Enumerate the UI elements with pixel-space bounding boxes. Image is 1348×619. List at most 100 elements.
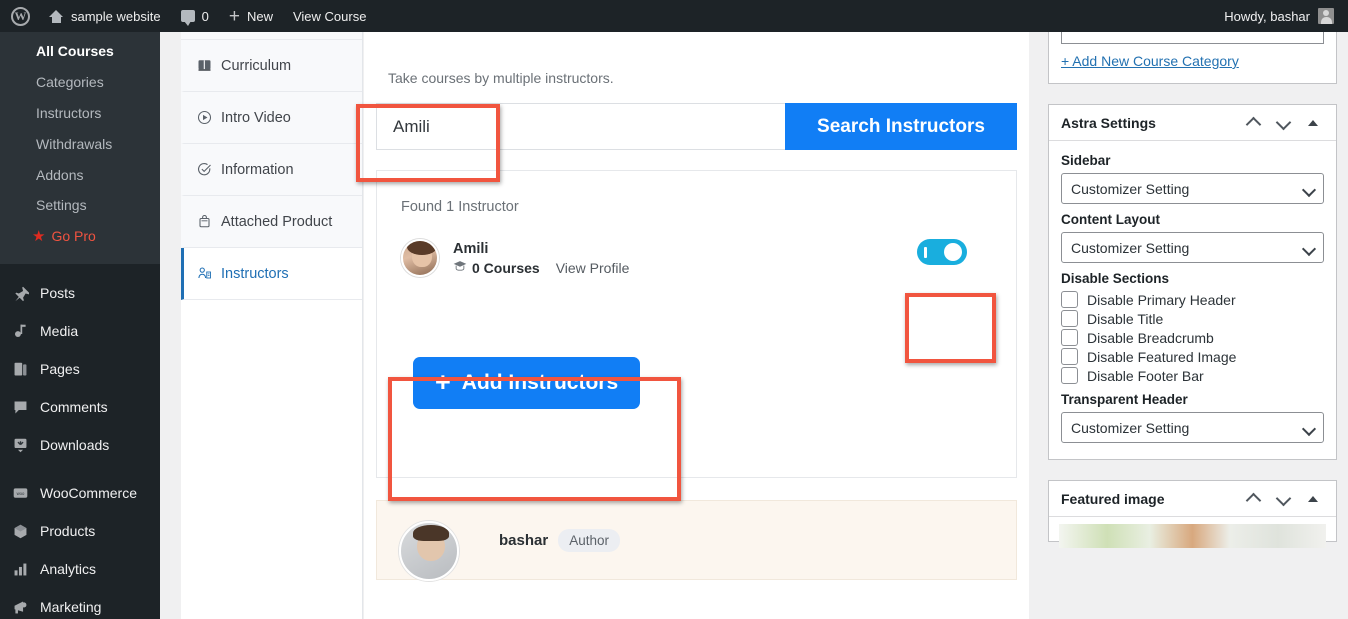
checkbox[interactable] xyxy=(1061,329,1078,346)
tab-label-intro-video: Intro Video xyxy=(221,109,291,126)
add-new-course-category-link[interactable]: + Add New Course Category xyxy=(1061,53,1239,69)
toggle-panel-button[interactable] xyxy=(1298,108,1328,138)
sidebar-label-downloads: Downloads xyxy=(40,437,110,454)
move-down-button[interactable] xyxy=(1268,108,1298,138)
new-content-button[interactable]: + New xyxy=(219,0,283,32)
sidebar-item-instructors[interactable]: Instructors xyxy=(0,98,160,129)
sidebar-item-products[interactable]: Products xyxy=(0,512,160,550)
sidebar-item-posts[interactable]: Posts xyxy=(0,274,160,312)
sidebar-item-downloads[interactable]: Downloads xyxy=(0,426,160,464)
move-up-button[interactable] xyxy=(1238,108,1268,138)
astra-settings-header: Astra Settings xyxy=(1049,105,1336,141)
wordpress-logo-button[interactable]: W xyxy=(0,0,39,32)
checkbox[interactable] xyxy=(1061,291,1078,308)
checkbox-row-disable-breadcrumb[interactable]: Disable Breadcrumb xyxy=(1061,329,1324,346)
chevron-up-icon xyxy=(1247,495,1260,503)
tab-information[interactable]: Information xyxy=(181,144,362,196)
sidebar-select[interactable]: Customizer Setting xyxy=(1061,173,1324,204)
checkbox-row-disable-featured-image[interactable]: Disable Featured Image xyxy=(1061,348,1324,365)
tab-label-attached-product: Attached Product xyxy=(221,213,333,230)
tutor-submenu: All Courses Categories Instructors Withd… xyxy=(0,32,160,265)
astra-settings-panel: Astra Settings Sidebar Customizer Settin… xyxy=(1048,104,1337,460)
checkbox[interactable] xyxy=(1061,310,1078,327)
view-profile-link[interactable]: View Profile xyxy=(556,260,630,276)
star-icon: ★ xyxy=(32,228,46,246)
menu-separator-2 xyxy=(0,464,160,474)
sidebar-item-comments[interactable]: Comments xyxy=(0,388,160,426)
admin-menu: All Courses Categories Instructors Withd… xyxy=(0,32,160,619)
astra-settings-body: Sidebar Customizer Setting Content Layou… xyxy=(1049,141,1336,459)
add-instructors-button[interactable]: + Add Instructors xyxy=(413,357,641,409)
comments-button[interactable]: 0 xyxy=(171,0,219,32)
plus-icon: + xyxy=(435,367,451,398)
menu-separator xyxy=(0,264,160,274)
tab-rail-top-spacer xyxy=(181,32,362,40)
wordpress-logo-icon: W xyxy=(11,6,30,26)
chevron-down-icon xyxy=(1304,185,1314,195)
move-up-button[interactable] xyxy=(1238,484,1268,514)
comment-icon xyxy=(10,397,30,417)
content-layout-select-value: Customizer Setting xyxy=(1071,239,1190,256)
content-layout-field-label: Content Layout xyxy=(1061,212,1160,227)
checkbox[interactable] xyxy=(1061,348,1078,365)
content-layout-select[interactable]: Customizer Setting xyxy=(1061,232,1324,263)
featured-image-body xyxy=(1049,517,1336,548)
sidebar-item-analytics[interactable]: Analytics xyxy=(0,550,160,588)
book-icon xyxy=(196,58,213,73)
sidebar-item-go-pro[interactable]: ★ Go Pro xyxy=(0,221,160,252)
status-badge: Author xyxy=(558,528,620,552)
instructor-enable-toggle[interactable] xyxy=(917,239,967,265)
sidebar-item-media[interactable]: Media xyxy=(0,312,160,350)
move-down-button[interactable] xyxy=(1268,484,1298,514)
sidebar-item-withdrawals[interactable]: Withdrawals xyxy=(0,129,160,160)
instructor-results-card: Found 1 Instructor Amili 0 Courses View … xyxy=(376,170,1017,478)
checkbox-row-disable-footer-bar[interactable]: Disable Footer Bar xyxy=(1061,367,1324,384)
tab-instructors[interactable]: Instructors xyxy=(181,248,362,300)
bar-chart-icon xyxy=(10,559,30,579)
admin-bar: W sample website 0 + New View Course How… xyxy=(0,0,1348,32)
checkbox-row-disable-title[interactable]: Disable Title xyxy=(1061,310,1324,327)
site-name-button[interactable]: sample website xyxy=(39,0,171,32)
check-circle-icon xyxy=(196,162,213,177)
sidebar-item-addons[interactable]: Addons xyxy=(0,160,160,191)
view-course-label: View Course xyxy=(292,8,367,24)
instructor-meta: Amili 0 Courses View Profile xyxy=(453,241,629,276)
tab-curriculum[interactable]: Curriculum xyxy=(181,40,362,92)
transparent-header-label: Transparent Header xyxy=(1061,392,1188,407)
category-input[interactable] xyxy=(1061,32,1324,44)
account-menu[interactable]: Howdy, bashar xyxy=(1224,8,1348,24)
featured-image-header: Featured image xyxy=(1049,481,1336,517)
sidebar-item-pages[interactable]: Pages xyxy=(0,350,160,388)
checkbox-label: Disable Footer Bar xyxy=(1087,367,1204,384)
disable-sections-label: Disable Sections xyxy=(1061,271,1170,286)
transparent-header-select[interactable]: Customizer Setting xyxy=(1061,412,1324,443)
checkbox-row-disable-primary-header[interactable]: Disable Primary Header xyxy=(1061,291,1324,308)
avatar xyxy=(399,521,459,581)
checkbox[interactable] xyxy=(1061,367,1078,384)
sidebar-item-all-courses[interactable]: All Courses xyxy=(0,36,160,67)
instructor-search-input[interactable] xyxy=(376,103,785,150)
go-pro-label: Go Pro xyxy=(51,228,96,245)
sidebar-item-marketing[interactable]: Marketing xyxy=(0,588,160,619)
toggle-panel-icon xyxy=(1308,119,1318,126)
sidebar-item-settings[interactable]: Settings xyxy=(0,190,160,221)
checkbox-label: Disable Breadcrumb xyxy=(1087,329,1214,346)
sidebar-item-woocommerce[interactable]: woo WooCommerce xyxy=(0,474,160,512)
instructor-courses-count: 0 Courses xyxy=(472,259,540,276)
sidebar-select-value: Customizer Setting xyxy=(1071,180,1190,197)
transparent-header-select-value: Customizer Setting xyxy=(1071,419,1190,436)
toggle-on-marker xyxy=(924,246,927,258)
sidebar-label-comments: Comments xyxy=(40,399,108,416)
chevron-down-icon xyxy=(1304,424,1314,434)
search-instructors-button[interactable]: Search Instructors xyxy=(785,103,1017,150)
sidebar-item-categories[interactable]: Categories xyxy=(0,67,160,98)
tab-attached-product[interactable]: Attached Product xyxy=(181,196,362,248)
instructor-search-row: Search Instructors xyxy=(376,103,1017,150)
chevron-up-icon xyxy=(1247,119,1260,127)
sidebar-label-pages: Pages xyxy=(40,361,80,378)
featured-image-thumbnail[interactable] xyxy=(1059,524,1326,548)
toggle-panel-button[interactable] xyxy=(1298,484,1328,514)
tab-intro-video[interactable]: Intro Video xyxy=(181,92,362,144)
view-course-button[interactable]: View Course xyxy=(283,0,376,32)
chevron-down-icon xyxy=(1304,244,1314,254)
